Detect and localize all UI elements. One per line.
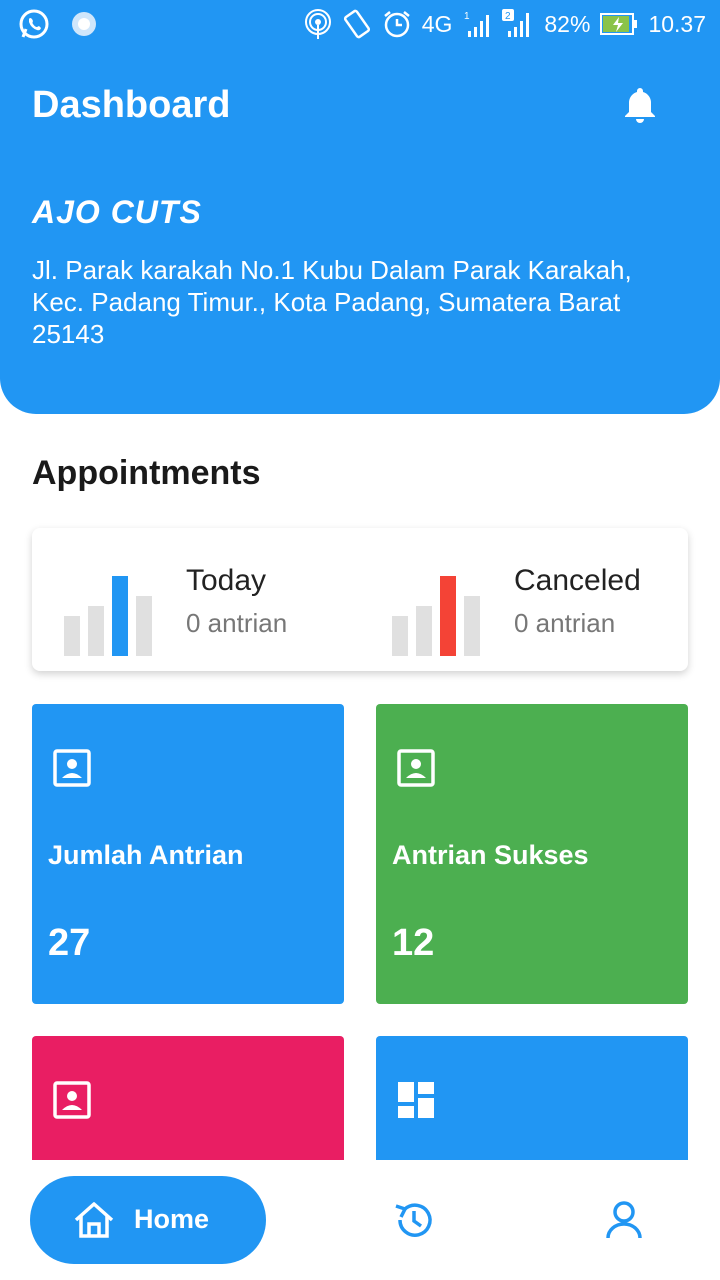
- signal-sim1-icon: 1: [464, 11, 490, 37]
- battery-charging-icon: [600, 13, 638, 35]
- svg-text:2: 2: [505, 11, 511, 22]
- appointments-heading: Appointments: [32, 454, 261, 492]
- dashboard-grid-icon: [398, 1082, 434, 1118]
- tile-value: 12: [392, 922, 435, 964]
- dashboard-header: Dashboard AJO CUTS Jl. Parak karakah No.…: [0, 48, 720, 414]
- network-type: 4G: [421, 10, 453, 37]
- alarm-icon: [383, 11, 410, 38]
- tile-label: Jumlah Antrian: [48, 840, 244, 870]
- notification-bell-icon[interactable]: [620, 84, 660, 124]
- tile-dashboard[interactable]: [376, 1036, 688, 1166]
- canceled-value: 0 antrian: [514, 608, 616, 638]
- loading-icon: [72, 12, 96, 36]
- tile-pink[interactable]: [32, 1036, 344, 1166]
- tile-label: Antrian Sukses: [392, 840, 589, 870]
- whatsapp-icon: [19, 9, 49, 39]
- clock: 10.37: [648, 10, 706, 37]
- today-label: Today: [186, 564, 267, 597]
- svg-text:1: 1: [464, 11, 470, 22]
- appointments-summary-card: Today 0 antrian Canceled 0 antrian: [32, 528, 688, 671]
- today-value: 0 antrian: [186, 608, 288, 638]
- tile-jumlah-antrian[interactable]: Jumlah Antrian 27: [32, 704, 344, 1004]
- nav-home-label: Home: [134, 1204, 210, 1234]
- hotspot-icon: [304, 9, 331, 39]
- contact-card-icon: [397, 749, 435, 787]
- contact-card-icon: [53, 749, 91, 787]
- rotate-icon: [343, 9, 370, 39]
- bottom-navigation: Home: [0, 1160, 720, 1280]
- today-bar-chart-icon: [64, 576, 152, 656]
- tile-antrian-sukses[interactable]: Antrian Sukses 12: [376, 704, 688, 1004]
- canceled-label: Canceled: [514, 564, 641, 597]
- signal-sim2-icon: 2: [502, 9, 530, 37]
- profile-icon[interactable]: [602, 1198, 646, 1242]
- status-bar: 4G 1 2 82% 10.37: [0, 0, 720, 48]
- shop-name: AJO CUTS: [32, 194, 202, 230]
- battery-percent: 82%: [544, 10, 591, 37]
- history-icon[interactable]: [392, 1198, 436, 1242]
- page-title: Dashboard: [32, 84, 231, 126]
- today-summary[interactable]: Today 0 antrian: [32, 528, 360, 671]
- canceled-summary[interactable]: Canceled 0 antrian: [360, 528, 688, 671]
- shop-address: Jl. Parak karakah No.1 Kubu Dalam Parak …: [32, 255, 632, 349]
- tile-value: 27: [48, 922, 91, 964]
- home-icon: [74, 1202, 114, 1238]
- contact-card-icon: [53, 1081, 91, 1119]
- canceled-bar-chart-icon: [392, 576, 480, 656]
- nav-home[interactable]: Home: [30, 1176, 266, 1264]
